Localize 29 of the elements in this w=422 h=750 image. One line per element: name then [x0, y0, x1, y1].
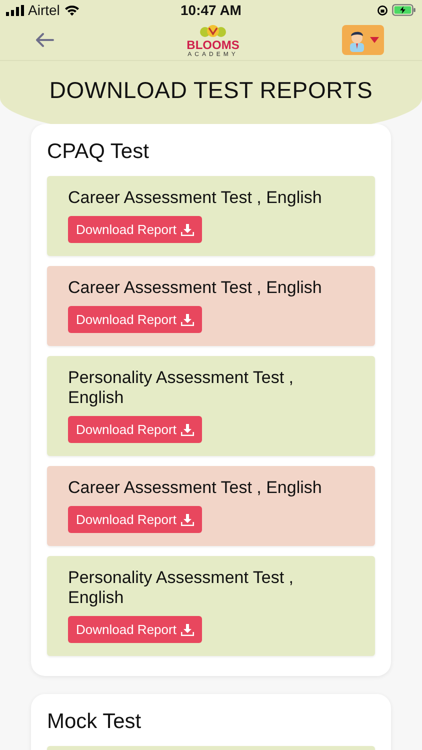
report-name: Career Assessment Test , English	[68, 478, 322, 498]
report-name: Personality Assessment Test , English	[68, 368, 295, 408]
download-icon	[181, 514, 194, 526]
clock-time: 10:47 AM	[180, 2, 242, 18]
download-report-button[interactable]: Download Report	[68, 416, 202, 443]
wifi-icon	[64, 4, 80, 16]
section-title: CPAQ Test	[47, 140, 150, 164]
report-name: Career Assessment Test , English	[68, 188, 322, 208]
rotation-lock-icon	[376, 4, 388, 16]
download-report-button[interactable]: Download Report	[68, 616, 202, 643]
report-name: Career Assessment Test , English	[68, 278, 322, 298]
download-report-button[interactable]: Download Report	[68, 306, 202, 333]
logo-title: BLOOMS	[186, 38, 240, 50]
profile-menu-button[interactable]	[342, 25, 384, 55]
section-title: Mock Test	[47, 710, 142, 734]
download-report-button[interactable]: Download Report	[68, 216, 202, 243]
page-title: DOWNLOAD TEST REPORTS	[48, 77, 374, 104]
download-icon	[181, 624, 194, 636]
battery-icon	[392, 4, 416, 16]
caret-icon	[370, 37, 379, 43]
carrier-name: Airtel	[28, 2, 60, 18]
report-name: Personality Assessment Test , English	[68, 568, 295, 608]
download-icon	[181, 314, 194, 326]
back-button[interactable]	[34, 31, 56, 49]
download-report-button[interactable]: Download Report	[68, 506, 202, 533]
signal-icon	[6, 4, 24, 16]
download-icon	[181, 224, 194, 236]
flower-logo-icon	[198, 22, 228, 38]
download-icon	[181, 424, 194, 436]
